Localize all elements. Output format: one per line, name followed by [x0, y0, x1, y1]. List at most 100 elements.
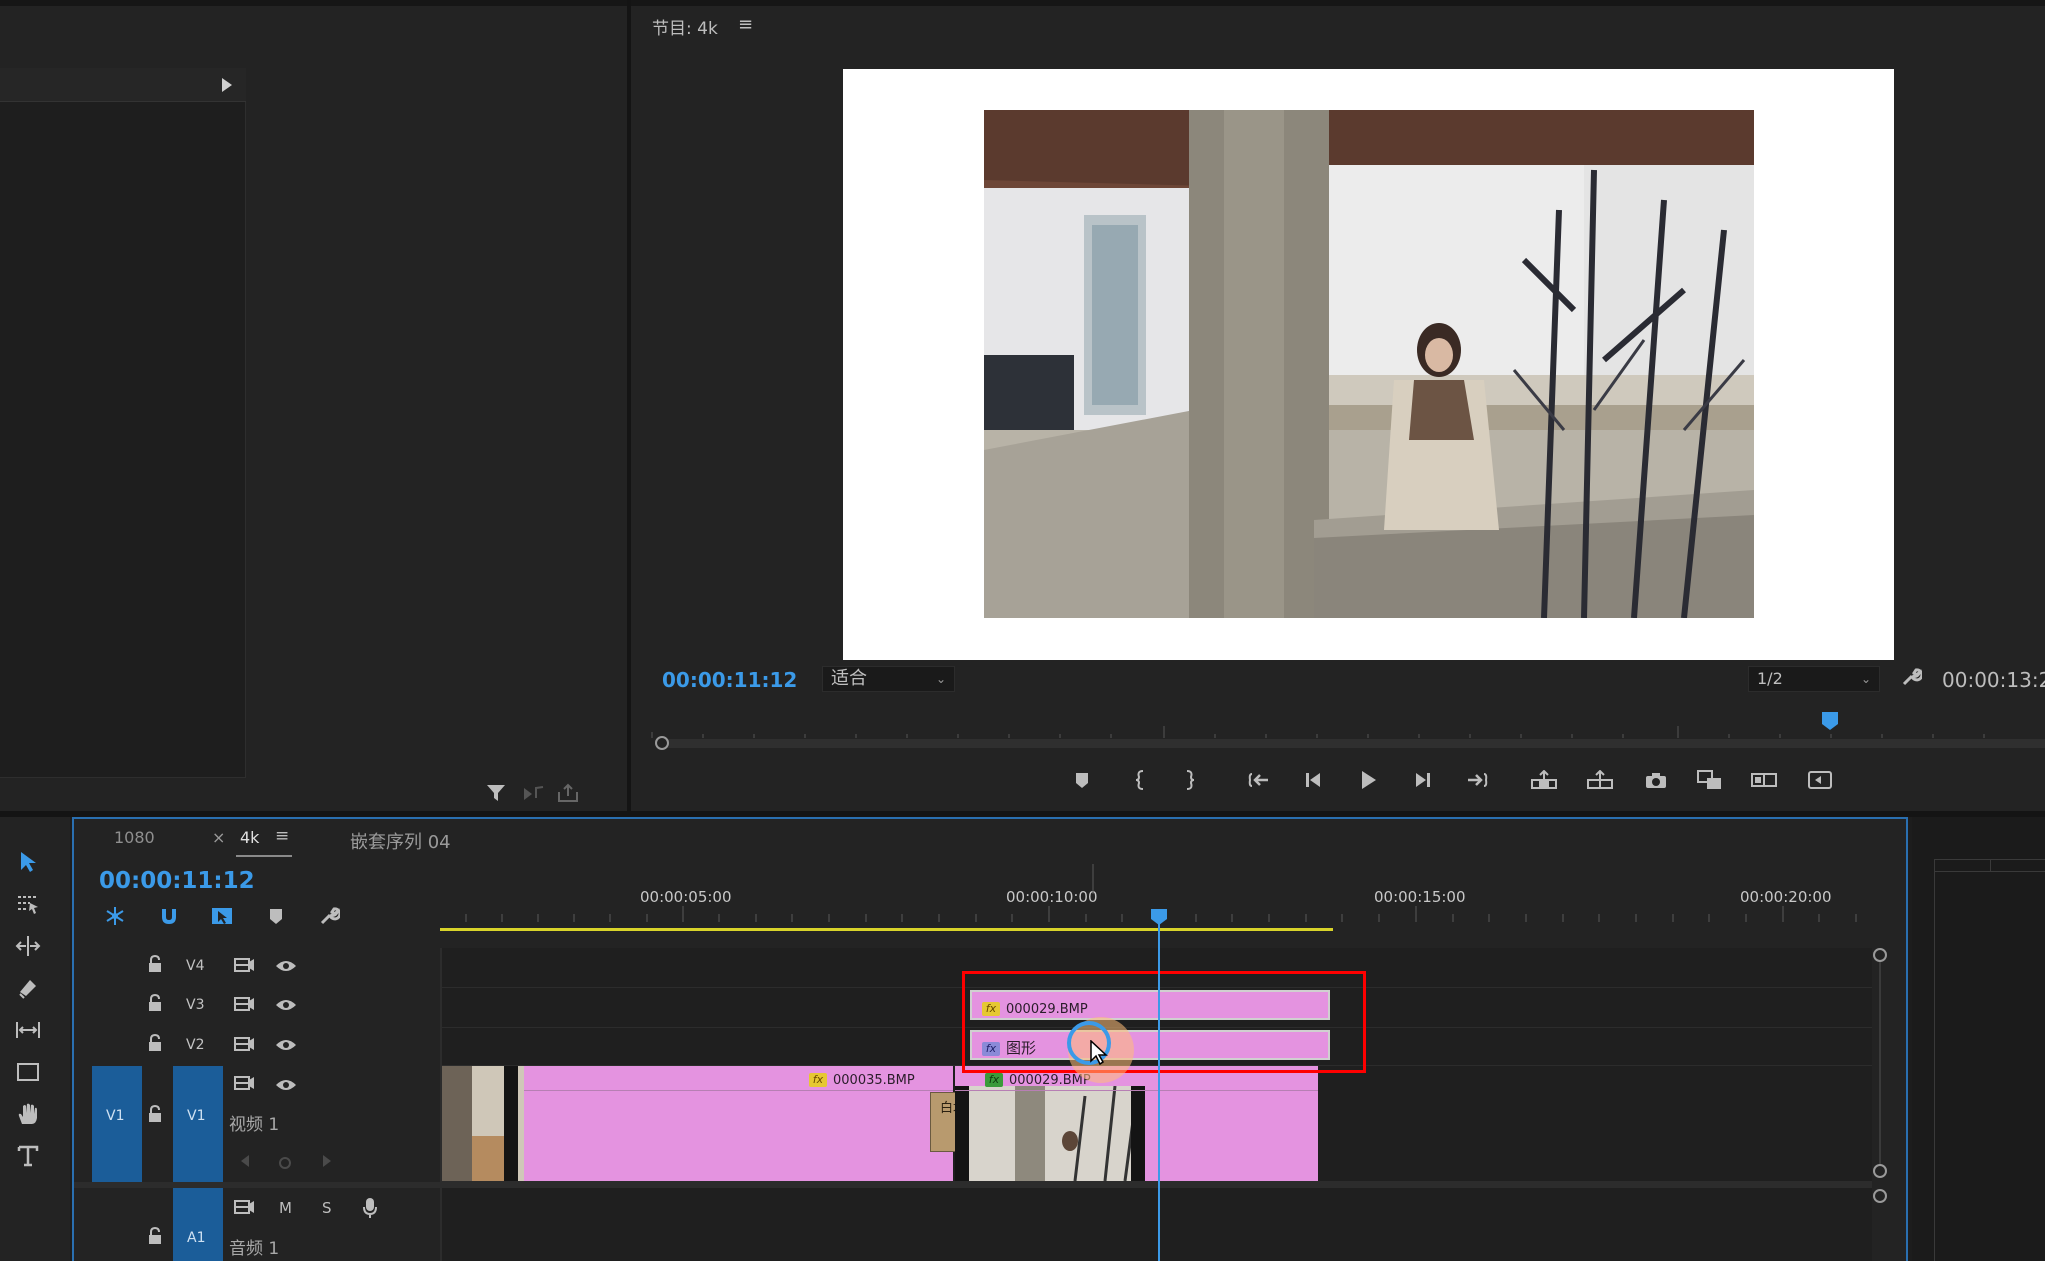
compare-view-button[interactable] [1744, 762, 1784, 798]
sync-lock-icon[interactable] [233, 957, 255, 977]
razor-tool-icon[interactable] [10, 971, 46, 1005]
snap-magnet-icon[interactable] [158, 905, 180, 931]
filter-icon[interactable] [485, 782, 507, 808]
wrench-icon[interactable] [1900, 666, 1924, 692]
resolution-dropdown-value: 1/2 [1757, 669, 1783, 688]
camera-icon[interactable] [1636, 762, 1676, 798]
track-label-v1: V1 [187, 1108, 206, 1124]
scrollbar-top-handle[interactable] [1873, 948, 1887, 962]
eye-icon[interactable] [275, 1077, 297, 1096]
preview-photo [984, 110, 1754, 618]
track-label-v4[interactable]: V4 [186, 958, 204, 974]
play-button[interactable] [1348, 762, 1388, 798]
multicam-button[interactable] [1800, 762, 1840, 798]
track-label-v2[interactable]: V2 [186, 1037, 204, 1053]
extract-button[interactable] [1580, 762, 1620, 798]
clip-000029-v1-label: 000029.BMP [1009, 1073, 1091, 1088]
selection-tool-icon[interactable] [10, 845, 46, 879]
clip-000035-header: fx 000035.BMP [809, 1069, 915, 1088]
clip-000029-v1[interactable]: fx 000029.BMP [955, 1066, 1318, 1181]
eye-icon[interactable] [275, 1037, 297, 1056]
program-monitor-title: 节目: 4k [652, 19, 718, 39]
chevron-down-icon: ⌄ [935, 672, 946, 686]
source-patch-v1[interactable]: V1 [92, 1066, 142, 1182]
timeline-playhead-line[interactable] [1158, 918, 1160, 1261]
scrollbar-bottom-handle[interactable] [1873, 1164, 1887, 1178]
microphone-icon[interactable] [362, 1197, 378, 1223]
lock-icon[interactable] [148, 954, 162, 977]
program-duration-timecode: 00:00:13:2 [1942, 668, 2045, 692]
solo-button[interactable]: S [322, 1199, 332, 1217]
go-to-in-button[interactable] [1240, 762, 1280, 798]
tab-1080[interactable]: 1080 [114, 828, 155, 847]
program-time-ruler[interactable] [650, 710, 2045, 750]
sync-lock-icon[interactable] [233, 1199, 255, 1219]
ripple-edit-tool-icon[interactable] [10, 929, 46, 963]
track-label-v3[interactable]: V3 [186, 997, 204, 1013]
slip-tool-icon[interactable] [10, 1013, 46, 1047]
rectangle-tool-icon[interactable] [10, 1055, 46, 1089]
mute-button[interactable]: M [279, 1199, 292, 1217]
clip-000035[interactable]: fx 000035.BMP [442, 1066, 953, 1181]
prev-keyframe-icon[interactable] [240, 1153, 250, 1172]
next-keyframe-icon[interactable] [322, 1153, 332, 1172]
track-target-a1[interactable]: A1 [173, 1188, 223, 1261]
project-list-area [0, 68, 246, 778]
tab-menu-icon[interactable]: ≡ [275, 826, 289, 846]
step-back-button[interactable] [1294, 762, 1334, 798]
track-select-tool-icon[interactable] [10, 887, 46, 921]
track-name-v1: 视频 1 [229, 1115, 280, 1135]
resolution-dropdown[interactable]: 1/2 ⌄ [1748, 666, 1880, 692]
lock-icon[interactable] [148, 1033, 162, 1056]
lock-icon[interactable] [148, 1226, 162, 1249]
mark-out-button[interactable] [1170, 762, 1210, 798]
track-lane-a1[interactable] [442, 1188, 1872, 1261]
eye-icon[interactable] [275, 958, 297, 977]
fit-dropdown-value: 适合 [831, 668, 867, 689]
panel-menu-icon[interactable]: ≡ [738, 14, 753, 35]
audio-meter-divider [1990, 859, 1991, 871]
insert-overlay-button[interactable] [1690, 762, 1730, 798]
lift-button[interactable] [1524, 762, 1564, 798]
fx-badge-icon: fx [985, 1072, 1003, 1087]
track-name-a1: 音频 1 [229, 1239, 280, 1259]
timeline-current-timecode[interactable]: 00:00:11:12 [99, 868, 255, 894]
audio-scrollbar-handle[interactable] [1873, 1189, 1887, 1203]
insert-icon[interactable] [522, 784, 546, 808]
video-track-scrollbar[interactable] [1872, 948, 1888, 1182]
lock-icon[interactable] [148, 1104, 162, 1127]
track-target-v1[interactable]: V1 [173, 1066, 223, 1182]
chevron-down-icon: ⌄ [1860, 672, 1871, 686]
add-marker-button[interactable] [1062, 762, 1102, 798]
source-patch-v1-label: V1 [106, 1108, 125, 1124]
mouse-cursor-icon [1090, 1039, 1108, 1070]
timeline-settings-wrench-icon[interactable] [318, 905, 342, 931]
clip-opacity-line [955, 1090, 1318, 1091]
program-current-timecode[interactable]: 00:00:11:12 [662, 668, 797, 692]
clip-opacity-line [524, 1090, 953, 1091]
hand-tool-icon[interactable] [10, 1097, 46, 1131]
add-keyframe-icon[interactable] [279, 1154, 291, 1173]
export-icon[interactable] [556, 782, 580, 808]
sync-lock-icon[interactable] [233, 996, 255, 1016]
fit-dropdown[interactable]: 适合 ⌄ [822, 666, 955, 692]
type-tool-icon[interactable] [10, 1139, 46, 1173]
track-label-a1: A1 [187, 1230, 206, 1246]
tab-4k-close-icon[interactable]: × [212, 828, 225, 847]
step-forward-button[interactable] [1402, 762, 1442, 798]
sync-lock-icon[interactable] [233, 1036, 255, 1056]
tab-4k[interactable]: 4k [240, 828, 259, 847]
work-area-bar [440, 928, 1333, 931]
lock-icon[interactable] [148, 993, 162, 1016]
nest-sequence-icon[interactable] [104, 905, 126, 931]
eye-icon[interactable] [275, 997, 297, 1016]
sync-lock-icon[interactable] [233, 1075, 255, 1095]
play-triangle-icon[interactable] [222, 78, 232, 92]
add-marker-icon[interactable] [268, 907, 284, 929]
tab-nested-sequence-04[interactable]: 嵌套序列 04 [350, 828, 451, 854]
mark-in-button[interactable] [1120, 762, 1160, 798]
linked-selection-icon[interactable] [210, 905, 234, 931]
go-to-out-button[interactable] [1456, 762, 1496, 798]
timeline-playhead-handle[interactable] [1150, 908, 1168, 930]
fx-badge-icon: fx [809, 1072, 827, 1087]
